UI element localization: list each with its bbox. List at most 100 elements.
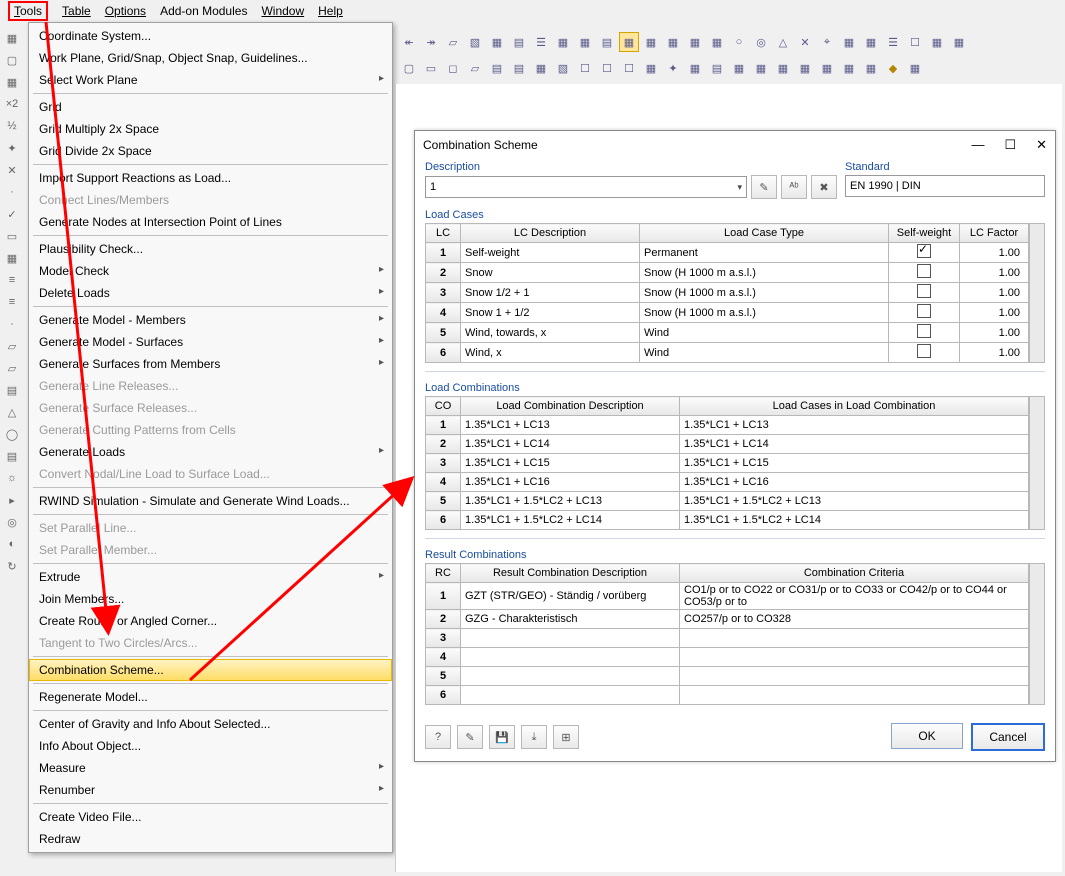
mi-rwind[interactable]: RWIND Simulation - Simulate and Generate… <box>29 490 392 512</box>
tool-icon[interactable]: ▤ <box>487 58 507 78</box>
menu-tools[interactable]: TToolsools <box>8 1 48 21</box>
tool-icon[interactable]: ▦ <box>685 32 705 52</box>
tool-icon[interactable]: ▦ <box>663 32 683 52</box>
table-row[interactable]: 41.35*LC1 + LC161.35*LC1 + LC16 <box>426 473 1029 492</box>
tool-icon[interactable]: ▦ <box>641 32 661 52</box>
minimize-icon[interactable]: — <box>971 137 984 153</box>
save-button[interactable]: 💾 <box>489 725 515 749</box>
tool-icon[interactable]: ▦ <box>531 58 551 78</box>
mi-workplane[interactable]: Work Plane, Grid/Snap, Object Snap, Guid… <box>29 47 392 69</box>
tool-icon[interactable]: ▦ <box>905 58 925 78</box>
left-icon[interactable]: ◯ <box>2 424 22 444</box>
left-icon[interactable]: ▱ <box>2 336 22 356</box>
mi-renumber[interactable]: Renumber <box>29 779 392 801</box>
tool-icon[interactable]: ↠ <box>421 32 441 52</box>
left-icon[interactable]: ▭ <box>2 226 22 246</box>
tool-icon[interactable]: ▭ <box>421 58 441 78</box>
left-icon[interactable]: ▦ <box>2 248 22 268</box>
tool-icon[interactable]: ▦ <box>795 58 815 78</box>
mi-infoobj[interactable]: Info About Object... <box>29 735 392 757</box>
tool-icon[interactable]: ▦ <box>729 58 749 78</box>
tool-icon[interactable]: ✕ <box>795 32 815 52</box>
table-row[interactable]: 2GZG - CharakteristischCO257/p or to CO3… <box>426 610 1029 629</box>
table-row[interactable]: 1GZT (STR/GEO) - Ständig / vorübergCO1/p… <box>426 583 1029 610</box>
table-row[interactable]: 21.35*LC1 + LC141.35*LC1 + LC14 <box>426 435 1029 454</box>
menu-options[interactable]: Options <box>105 4 146 18</box>
table-row[interactable]: 4 <box>426 648 1029 667</box>
tool-icon[interactable]: ▱ <box>465 58 485 78</box>
table-row[interactable]: 3 <box>426 629 1029 648</box>
tool-icon[interactable]: ◆ <box>883 58 903 78</box>
load-cases-table[interactable]: LC LC Description Load Case Type Self-we… <box>425 223 1029 363</box>
menu-window[interactable]: Window <box>261 4 304 18</box>
menu-addon[interactable]: Add-on Modules <box>160 4 247 18</box>
checkbox[interactable] <box>917 244 931 258</box>
tool-icon[interactable]: ☰ <box>883 32 903 52</box>
mi-redraw[interactable]: Redraw <box>29 828 392 850</box>
tool-icon[interactable]: ▱ <box>443 32 463 52</box>
left-icon[interactable]: ▦ <box>2 28 22 48</box>
table-row[interactable]: 11.35*LC1 + LC131.35*LC1 + LC13 <box>426 416 1029 435</box>
tool-icon[interactable]: ▦ <box>685 58 705 78</box>
mi-regen[interactable]: Regenerate Model... <box>29 686 392 708</box>
table-row[interactable]: 5Wind, towards, xWind1.00 <box>426 323 1029 343</box>
left-icon[interactable]: ↻ <box>2 556 22 576</box>
left-icon[interactable]: ½ <box>2 116 22 136</box>
load-comb-table[interactable]: CO Load Combination Description Load Cas… <box>425 396 1029 530</box>
checkbox[interactable] <box>917 264 931 278</box>
tool-icon[interactable]: ○ <box>729 32 749 52</box>
tool-icon[interactable]: ▤ <box>509 32 529 52</box>
rename-button[interactable]: ᴬᵇ <box>781 175 807 199</box>
left-icon[interactable]: ◎ <box>2 512 22 532</box>
mi-createround[interactable]: Create Round or Angled Corner... <box>29 610 392 632</box>
scrollbar[interactable] <box>1029 223 1045 363</box>
left-icon[interactable]: ✦ <box>2 138 22 158</box>
table-row[interactable]: 4Snow 1 + 1/2Snow (H 1000 m a.s.l.)1.00 <box>426 303 1029 323</box>
table-row[interactable]: 51.35*LC1 + 1.5*LC2 + LC131.35*LC1 + 1.5… <box>426 492 1029 511</box>
mi-joinmem[interactable]: Join Members... <box>29 588 392 610</box>
scrollbar[interactable] <box>1029 563 1045 705</box>
tool-icon[interactable]: ▧ <box>553 58 573 78</box>
left-icon[interactable]: ≡ <box>2 270 22 290</box>
table-row[interactable]: 6 <box>426 686 1029 705</box>
mi-gensurfaces[interactable]: Generate Model - Surfaces <box>29 331 392 353</box>
mi-delloads[interactable]: Delete Loads <box>29 282 392 304</box>
mi-gensurffrom[interactable]: Generate Surfaces from Members <box>29 353 392 375</box>
left-icon[interactable]: ≡ <box>2 292 22 312</box>
left-icon[interactable]: ▱ <box>2 358 22 378</box>
mi-modelcheck[interactable]: Model Check <box>29 260 392 282</box>
mi-genmembers[interactable]: Generate Model - Members <box>29 309 392 331</box>
tool-icon[interactable]: ▦ <box>949 32 969 52</box>
edit-button[interactable]: ✎ <box>457 725 483 749</box>
mi-griddiv[interactable]: Grid Divide 2x Space <box>29 140 392 162</box>
checkbox[interactable] <box>917 344 931 358</box>
tool-icon[interactable]: ☐ <box>597 58 617 78</box>
tool-icon[interactable]: ▧ <box>465 32 485 52</box>
mi-grid[interactable]: Grid <box>29 96 392 118</box>
table-row[interactable]: 2SnowSnow (H 1000 m a.s.l.)1.00 <box>426 263 1029 283</box>
export-button[interactable]: ⤓ <box>521 725 547 749</box>
tool-icon[interactable]: ↞ <box>399 32 419 52</box>
tool-icon[interactable]: ▦ <box>707 32 727 52</box>
left-icon[interactable]: ▦ <box>2 72 22 92</box>
mi-coord[interactable]: Coordinate System... <box>29 25 392 47</box>
mi-cog[interactable]: Center of Gravity and Info About Selecte… <box>29 713 392 735</box>
checkbox[interactable] <box>917 304 931 318</box>
left-icon[interactable]: · <box>2 314 22 334</box>
tool-icon[interactable]: ▦ <box>839 32 859 52</box>
mi-genloads[interactable]: Generate Loads <box>29 441 392 463</box>
mi-gennodes[interactable]: Generate Nodes at Intersection Point of … <box>29 211 392 233</box>
table-row[interactable]: 61.35*LC1 + 1.5*LC2 + LC141.35*LC1 + 1.5… <box>426 511 1029 530</box>
tool-icon[interactable]: ☰ <box>531 32 551 52</box>
left-icon[interactable]: ▸ <box>2 490 22 510</box>
tool-icon[interactable]: ▦ <box>751 58 771 78</box>
tool-icon[interactable]: ☐ <box>575 58 595 78</box>
ok-button[interactable]: OK <box>891 723 963 749</box>
mi-createvid[interactable]: Create Video File... <box>29 806 392 828</box>
cancel-button[interactable]: Cancel <box>971 723 1045 751</box>
excel-button[interactable]: ⊞ <box>553 725 579 749</box>
tool-icon[interactable]: ▦ <box>487 32 507 52</box>
checkbox[interactable] <box>917 324 931 338</box>
help-button[interactable]: ? <box>425 725 451 749</box>
tool-icon[interactable]: ▦ <box>773 58 793 78</box>
